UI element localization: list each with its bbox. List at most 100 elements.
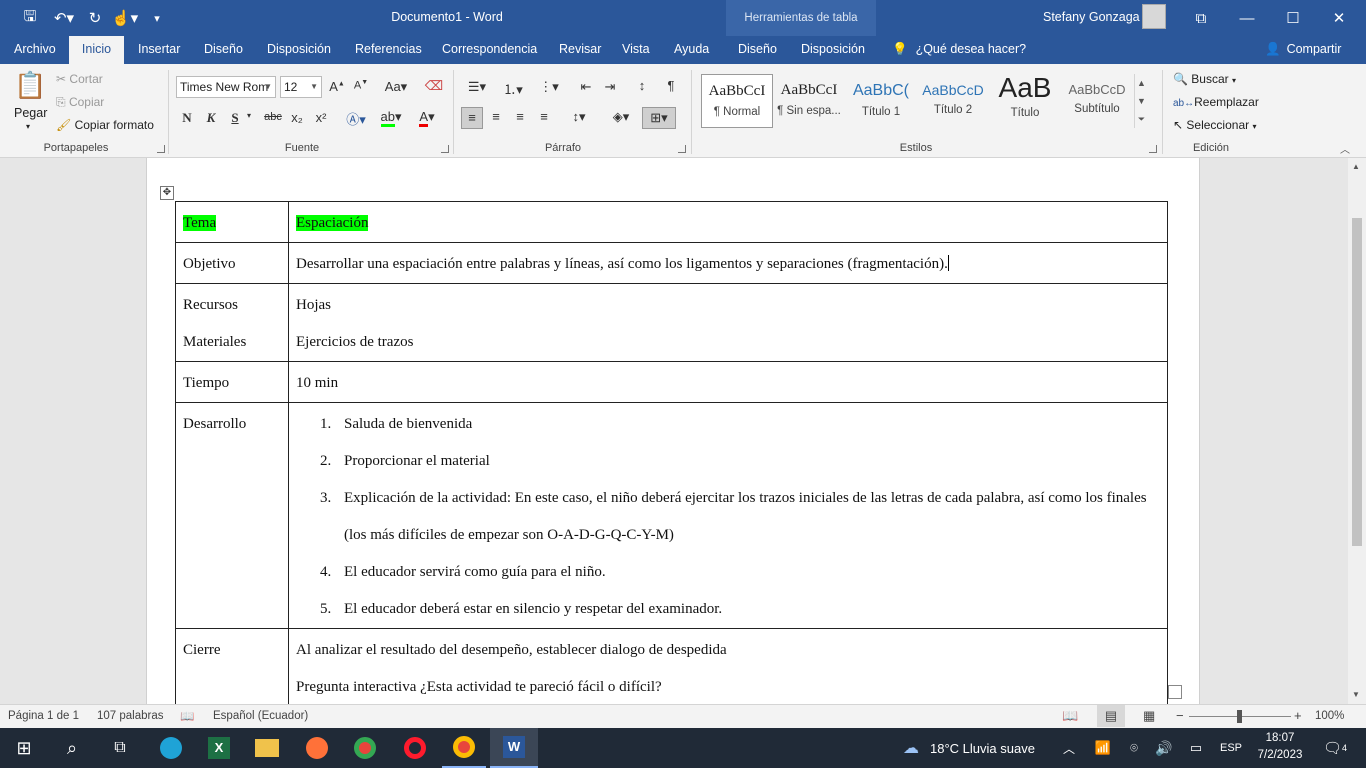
proofing-icon[interactable]: 📖 <box>180 709 194 723</box>
table-cell[interactable]: Recursos Materiales <box>175 283 289 362</box>
multilevel-list-icon[interactable]: ⋮▾ <box>534 79 564 95</box>
style-heading2[interactable]: AaBbCcD Título 2 <box>917 74 989 128</box>
underline-dropdown-icon[interactable]: ▾ <box>244 111 254 120</box>
tab-references[interactable]: Referencias <box>355 36 422 64</box>
zoom-slider-thumb[interactable] <box>1237 710 1242 723</box>
numbering-icon[interactable]: ⒈▾ <box>498 79 528 98</box>
table-cell[interactable]: Objetivo <box>175 242 289 284</box>
edge-icon[interactable] <box>150 728 192 768</box>
paste-icon[interactable]: 📋 <box>14 70 46 106</box>
shading-icon[interactable]: ◈▾ <box>606 109 636 125</box>
clock-time[interactable]: 18:07 <box>1256 732 1304 744</box>
vertical-scrollbar[interactable]: ▲ ▼ <box>1348 158 1366 704</box>
lesson-table[interactable]: Tema Espaciación Objetivo Desarrollar un… <box>175 201 1168 704</box>
firefox-icon[interactable] <box>296 728 338 768</box>
format-painter-button[interactable]: 🖌 Copiar formato <box>56 118 154 132</box>
table-cell[interactable]: Desarrollo <box>175 402 289 629</box>
tab-help[interactable]: Ayuda <box>674 36 709 64</box>
cut-button[interactable]: ✂ Cortar <box>56 72 103 86</box>
select-button[interactable]: ↖ Seleccionar ▾ <box>1173 118 1256 132</box>
style-normal[interactable]: AaBbCcI ¶ Normal <box>701 74 773 128</box>
opera-icon[interactable] <box>394 728 436 768</box>
excel-icon[interactable]: X <box>198 728 240 768</box>
style-subtitle[interactable]: AaBbCcD Subtítulo <box>1061 74 1133 128</box>
zoom-out-icon[interactable]: − <box>1176 708 1184 723</box>
align-center-button[interactable]: ≡ <box>486 109 506 124</box>
chrome-profile-icon[interactable] <box>442 728 486 768</box>
volume-icon[interactable]: 🔊 <box>1153 728 1175 768</box>
read-mode-icon[interactable]: 📖 <box>1062 708 1078 724</box>
font-size-combo[interactable]: 12 ▼ <box>280 76 322 98</box>
replace-button[interactable]: ab↔Reemplazar <box>1173 95 1259 109</box>
table-cell[interactable]: Cierre <box>175 628 289 704</box>
tab-design[interactable]: Diseño <box>204 36 243 64</box>
superscript-button[interactable]: x² <box>312 110 330 125</box>
share-button[interactable]: 👤 Compartir <box>1265 36 1341 64</box>
paste-button[interactable]: Pegar <box>14 106 47 120</box>
search-icon[interactable]: ⌕ <box>52 728 92 768</box>
scroll-down-icon[interactable]: ▼ <box>1352 690 1360 699</box>
tab-review[interactable]: Revisar <box>559 36 601 64</box>
show-paragraph-marks-icon[interactable]: ¶ <box>662 78 680 93</box>
style-no-spacing[interactable]: AaBbCcI ¶ Sin espa... <box>773 74 845 128</box>
more-styles-icon[interactable]: ⏷ <box>1135 110 1148 128</box>
line-spacing-icon[interactable]: ↕▾ <box>564 109 594 125</box>
clock-date[interactable]: 7/2/2023 <box>1252 749 1308 761</box>
find-button[interactable]: 🔍 Buscar ▾ <box>1173 72 1236 86</box>
styles-scroll[interactable]: ▲ ▼ ⏷ <box>1134 74 1148 128</box>
notifications-icon[interactable]: 🗨 4 <box>1320 728 1350 768</box>
text-effects-icon[interactable]: Ⓐ▾ <box>343 109 369 128</box>
network-icon[interactable]: 📶 <box>1092 728 1114 768</box>
table-cell[interactable]: Desarrollar una espaciación entre palabr… <box>288 242 1168 284</box>
style-heading1[interactable]: AaBbC(Título 1 <box>845 74 917 128</box>
italic-button[interactable]: K <box>204 110 218 126</box>
close-button[interactable]: ✕ <box>1316 0 1362 36</box>
table-cell[interactable]: Tema <box>175 201 289 243</box>
input-language[interactable]: ESP <box>1218 728 1244 768</box>
tell-me-search[interactable]: 💡 ¿Qué desea hacer? <box>892 36 1026 64</box>
tab-table-design[interactable]: Diseño <box>738 36 777 64</box>
table-cell[interactable]: 10 min <box>288 361 1168 403</box>
justify-button[interactable]: ≡ <box>534 109 554 124</box>
file-explorer-icon[interactable] <box>246 728 288 768</box>
decrease-indent-icon[interactable]: ⇤ <box>576 79 596 95</box>
word-icon[interactable]: W <box>490 728 538 768</box>
tab-view[interactable]: Vista <box>622 36 650 64</box>
bullets-icon[interactable]: ☰▾ <box>462 79 492 95</box>
align-right-button[interactable]: ≡ <box>510 109 530 124</box>
page[interactable]: ✥ Tema Espaciación Objetivo Desarrollar … <box>146 158 1200 704</box>
language-indicator[interactable]: Español (Ecuador) <box>213 710 308 722</box>
display-icon[interactable]: ▭ <box>1185 728 1207 768</box>
weather-cloud-icon[interactable]: ☁ <box>896 728 926 768</box>
increase-indent-icon[interactable]: ⇥ <box>600 79 620 95</box>
tab-insert[interactable]: Insertar <box>138 36 180 64</box>
style-title[interactable]: AaB Título <box>989 72 1061 128</box>
copy-button[interactable]: ⎘ Copiar <box>56 95 104 110</box>
table-cell[interactable]: 1. Saluda de bienvenida 2. Proporcionar el… <box>288 402 1168 629</box>
styles-launcher-icon[interactable] <box>1149 145 1157 153</box>
change-case-icon[interactable]: Aa▾ <box>381 79 411 95</box>
print-layout-icon[interactable]: ▤ <box>1097 705 1125 727</box>
table-cell[interactable]: Espaciación <box>288 201 1168 243</box>
align-left-button[interactable]: ≡ <box>461 107 483 129</box>
word-count[interactable]: 107 palabras <box>97 710 164 722</box>
collapse-ribbon-icon[interactable]: ︿ <box>1340 141 1350 156</box>
clipboard-launcher-icon[interactable] <box>157 145 165 153</box>
paste-dropdown-icon[interactable]: ▾ <box>26 122 30 131</box>
borders-button[interactable]: ⊞▾ <box>642 107 676 129</box>
table-cell[interactable]: Tiempo <box>175 361 289 403</box>
shrink-font-icon[interactable]: A▼ <box>352 79 370 92</box>
minimize-button[interactable]: — <box>1224 0 1270 36</box>
font-name-combo[interactable]: Times New Rom ▼ <box>176 76 276 98</box>
tab-home[interactable]: Inicio <box>69 36 124 64</box>
chrome-icon[interactable] <box>344 728 386 768</box>
clear-formatting-icon[interactable]: ⌫ <box>424 78 444 94</box>
web-layout-icon[interactable]: ▦ <box>1143 708 1155 724</box>
chevron-up-icon[interactable]: ▲ <box>1135 74 1148 92</box>
tab-table-layout[interactable]: Disposición <box>801 36 865 64</box>
font-color-icon[interactable]: A▾ <box>412 109 442 127</box>
task-view-icon[interactable]: ⧉ <box>100 728 140 768</box>
strikethrough-button[interactable]: abc <box>262 111 284 123</box>
scroll-up-icon[interactable]: ▲ <box>1352 162 1360 171</box>
chevron-down-icon[interactable]: ▼ <box>1135 92 1148 110</box>
